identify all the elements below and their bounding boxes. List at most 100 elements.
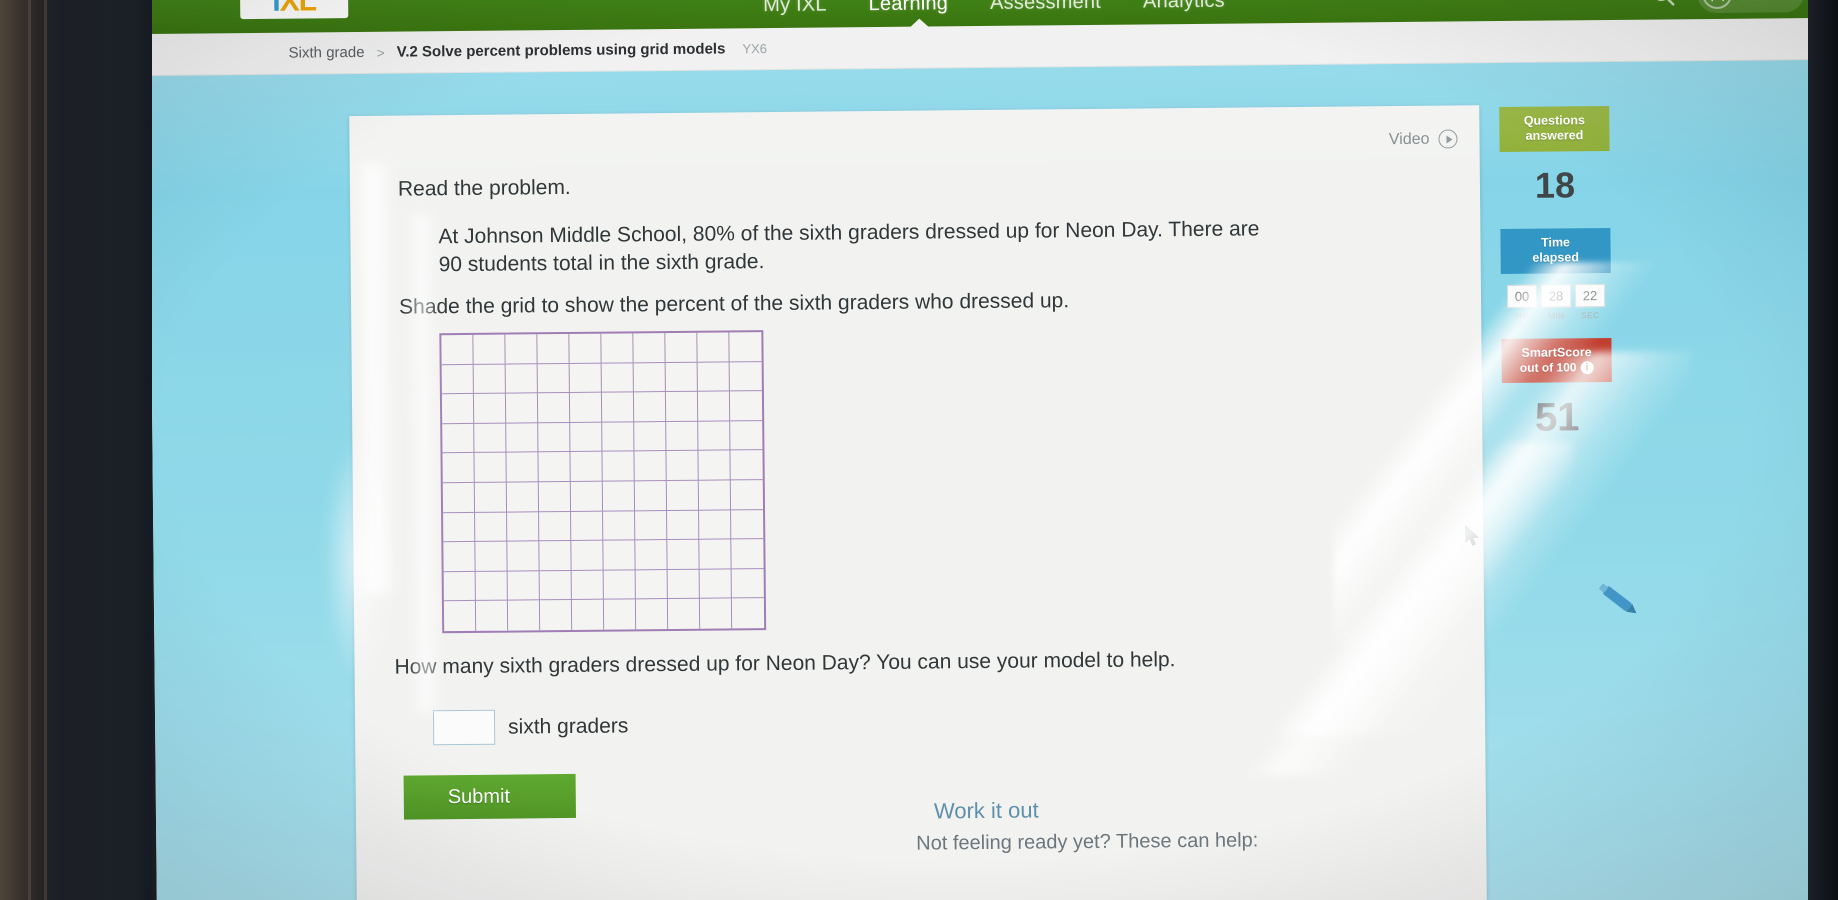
grid-cell[interactable]: [665, 391, 699, 422]
user-menu-button[interactable]: Darian: [1697, 0, 1805, 14]
grid-cell[interactable]: [667, 510, 700, 541]
grid-cell[interactable]: [698, 421, 731, 452]
grid-cell[interactable]: [601, 333, 634, 364]
grid-cell[interactable]: [539, 511, 572, 542]
grid-cell[interactable]: [729, 391, 763, 422]
grid-cell[interactable]: [665, 362, 698, 393]
grid-cell[interactable]: [569, 333, 602, 364]
work-it-out-link[interactable]: Work it out: [934, 797, 1039, 824]
grid-cell[interactable]: [603, 510, 636, 541]
grid-cell[interactable]: [731, 509, 764, 540]
pencil-icon[interactable]: [1596, 580, 1642, 621]
grid-cell[interactable]: [506, 452, 539, 483]
grid-cell[interactable]: [443, 571, 476, 602]
grid-cell[interactable]: [537, 333, 570, 364]
grid-cell[interactable]: [729, 332, 762, 363]
info-icon[interactable]: i: [1580, 360, 1594, 374]
grid-cell[interactable]: [601, 362, 634, 393]
grid-cell[interactable]: [441, 364, 474, 395]
grid-cell[interactable]: [603, 570, 636, 601]
grid-cell[interactable]: [538, 452, 571, 483]
grid-cell[interactable]: [698, 480, 732, 511]
grid-cell[interactable]: [473, 364, 506, 395]
nav-item-assessment[interactable]: Assessment: [990, 0, 1101, 14]
grid-cell[interactable]: [699, 598, 733, 629]
grid-cell[interactable]: [697, 391, 731, 422]
grid-cell[interactable]: [441, 394, 475, 424]
grid-cell[interactable]: [507, 541, 540, 572]
grid-cell[interactable]: [539, 570, 572, 601]
grid-cell[interactable]: [507, 511, 540, 542]
grid-cell[interactable]: [538, 422, 571, 453]
grid-cell[interactable]: [602, 422, 635, 453]
grid-cell[interactable]: [506, 482, 540, 513]
grid-cell[interactable]: [441, 334, 474, 365]
grid-cell[interactable]: [475, 600, 509, 631]
grid-cell[interactable]: [505, 334, 538, 365]
grid-cell[interactable]: [633, 392, 667, 423]
grid-cell[interactable]: [730, 420, 763, 451]
grid-cell[interactable]: [571, 511, 604, 542]
grid-cell[interactable]: [699, 539, 732, 570]
grid-cell[interactable]: [665, 332, 698, 363]
grid-cell[interactable]: [633, 362, 666, 393]
grid-cell[interactable]: [571, 600, 605, 630]
grid-cell[interactable]: [505, 363, 538, 394]
play-icon[interactable]: [1438, 129, 1458, 149]
grid-cell[interactable]: [666, 480, 700, 511]
grid-cell[interactable]: [569, 392, 603, 423]
grid-cell[interactable]: [730, 450, 763, 481]
grid-cells-container[interactable]: [439, 330, 767, 634]
grid-cell[interactable]: [505, 393, 539, 424]
ixl-logo[interactable]: IXL: [239, 0, 349, 20]
grid-cell[interactable]: [603, 540, 636, 571]
grid-cell[interactable]: [538, 481, 572, 512]
grid-cell[interactable]: [443, 512, 476, 543]
grid-cell[interactable]: [474, 423, 507, 454]
grid-cell[interactable]: [634, 481, 668, 511]
answer-input[interactable]: [432, 709, 496, 746]
grid-cell[interactable]: [602, 481, 636, 512]
grid-cell[interactable]: [537, 363, 570, 394]
grid-cell[interactable]: [666, 451, 699, 482]
nav-item-learning[interactable]: Learning: [869, 0, 949, 16]
grid-cell[interactable]: [474, 452, 507, 483]
grid-cell[interactable]: [697, 332, 730, 363]
grid-cell[interactable]: [635, 599, 669, 630]
grid-cell[interactable]: [698, 450, 731, 481]
grid-cell[interactable]: [635, 569, 668, 600]
grid-cell[interactable]: [571, 570, 604, 601]
grid-cell[interactable]: [443, 601, 477, 632]
grid-cell[interactable]: [571, 540, 604, 571]
grid-cell[interactable]: [667, 599, 701, 630]
grid-cell[interactable]: [634, 451, 667, 482]
grid-cell[interactable]: [537, 393, 571, 424]
grid-cell[interactable]: [442, 482, 476, 513]
nav-item-my-ixl[interactable]: My IXL: [763, 0, 827, 17]
grid-cell[interactable]: [475, 571, 508, 602]
grid-cell[interactable]: [473, 334, 506, 365]
nav-item-analytics[interactable]: Analytics: [1143, 0, 1225, 13]
grid-cell[interactable]: [570, 452, 603, 482]
grid-cell[interactable]: [475, 512, 508, 543]
grid-cell[interactable]: [442, 423, 475, 454]
grid-cell[interactable]: [729, 361, 762, 392]
grid-cell[interactable]: [667, 539, 700, 570]
grid-cell[interactable]: [731, 539, 764, 570]
grid-cell[interactable]: [570, 422, 603, 453]
video-link[interactable]: Video: [1389, 130, 1430, 148]
grid-cell[interactable]: [603, 599, 637, 630]
grid-cell[interactable]: [539, 600, 573, 631]
grid-cell[interactable]: [635, 540, 668, 571]
grid-cell[interactable]: [507, 600, 541, 631]
breadcrumb-grade[interactable]: Sixth grade: [289, 44, 365, 62]
grid-cell[interactable]: [699, 510, 732, 540]
grid-cell[interactable]: [635, 510, 668, 541]
grid-cell[interactable]: [699, 569, 732, 600]
grid-cell[interactable]: [634, 421, 667, 452]
grid-cell[interactable]: [731, 568, 764, 599]
grid-cell[interactable]: [506, 423, 539, 453]
grid-cell[interactable]: [475, 541, 508, 572]
grid-cell[interactable]: [730, 480, 764, 511]
grid-cell[interactable]: [442, 453, 475, 484]
